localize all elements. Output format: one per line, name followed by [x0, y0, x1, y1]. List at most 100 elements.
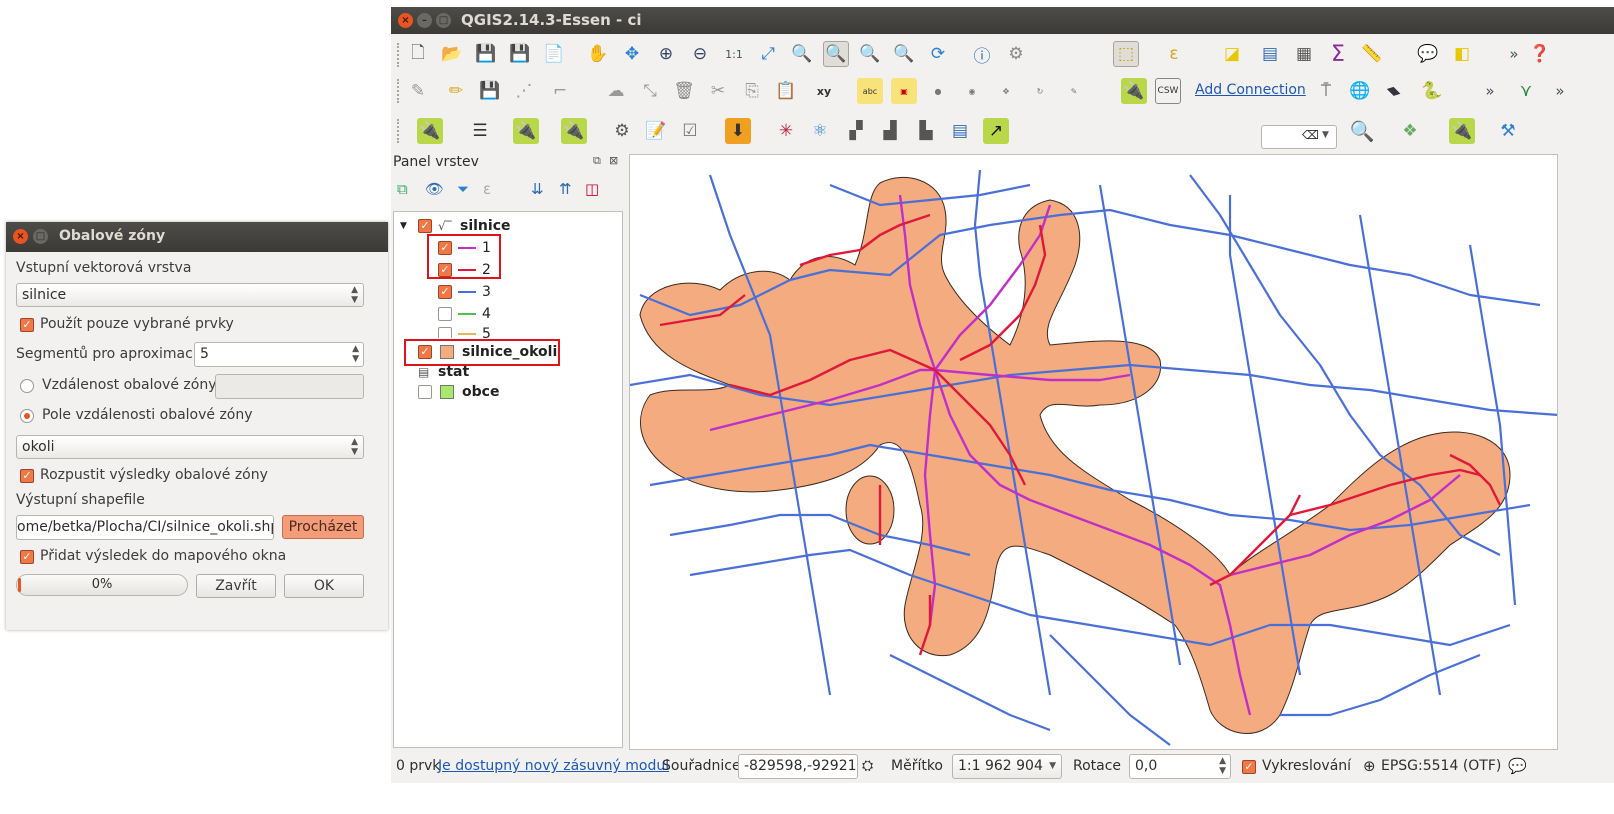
use-selected-checkbox[interactable]: ✓	[20, 318, 34, 332]
spin-arrows-icon[interactable]: ▲ ▼	[352, 344, 359, 364]
move-feature-icon[interactable]: ☁	[603, 78, 629, 104]
zoom-in-icon[interactable]: ⊕	[653, 41, 679, 67]
browse-button[interactable]: Procházet	[282, 515, 364, 539]
ok-button[interactable]: OK	[284, 574, 364, 598]
add-to-map-checkbox[interactable]: ✓	[20, 550, 34, 564]
digitize-icon[interactable]: ⋎	[1513, 78, 1539, 104]
label-tool-icon[interactable]: abc	[857, 78, 883, 104]
map-svg[interactable]	[630, 155, 1558, 750]
dialog-maximize-icon[interactable]: □	[33, 229, 48, 244]
change-label-icon[interactable]: ✎	[1061, 78, 1087, 104]
zoom-layer-icon[interactable]: 🔍	[823, 41, 849, 67]
scale-combo[interactable]: 1:1 962 904 ▼	[952, 754, 1062, 779]
zoom-last-icon[interactable]: 🔍	[857, 41, 883, 67]
report-icon[interactable]: 📝	[643, 118, 669, 144]
filter-expression-icon[interactable]: ε	[483, 180, 491, 198]
raster-tool-icon[interactable]: ▙	[913, 118, 939, 144]
csw-icon[interactable]: CSW	[1155, 78, 1181, 104]
plugin-icon[interactable]: 🔌	[561, 118, 587, 144]
qgis-titlebar[interactable]: × – □ QGIS2.14.3-Essen - ci	[391, 7, 1614, 34]
window-close-icon[interactable]: ×	[398, 13, 413, 28]
search-icon[interactable]: 🔍	[1349, 118, 1375, 144]
pan-to-selection-icon[interactable]: ✥	[619, 41, 645, 67]
cut-features-icon[interactable]: ✂	[705, 78, 731, 104]
dialog-titlebar[interactable]: × □ Obalové zóny	[6, 222, 388, 252]
delete-selected-icon[interactable]: 🗑	[671, 78, 697, 104]
zoom-full-icon[interactable]: ⤢	[755, 41, 781, 67]
legend-class-checkbox[interactable]: ✓	[438, 285, 452, 299]
python-console-icon[interactable]: 🐍	[1419, 78, 1445, 104]
legend-class-checkbox[interactable]	[438, 327, 452, 338]
action-icon[interactable]: ⚙	[1003, 41, 1029, 67]
new-bookmark-icon[interactable]: ◧	[1449, 41, 1475, 67]
zoom-out-icon[interactable]: ⊖	[687, 41, 713, 67]
checklist-icon[interactable]: ☑	[677, 118, 703, 144]
copy-features-icon[interactable]: ⎘	[739, 78, 765, 104]
layer-obce[interactable]: obce	[400, 382, 500, 402]
plugin-icon[interactable]: 🔌	[513, 118, 539, 144]
zoom-native-icon[interactable]: 1:1	[721, 41, 747, 67]
buffer-distance-radio[interactable]	[20, 379, 34, 393]
toolbar-grip[interactable]	[397, 119, 403, 143]
xy-tool-icon[interactable]: xy	[811, 78, 837, 104]
download-icon[interactable]: ⬇	[725, 118, 751, 144]
collapse-all-icon[interactable]: ⇈	[559, 180, 572, 198]
refresh-icon[interactable]: ⟳	[925, 41, 951, 67]
chevron-down-icon[interactable]: ▼	[1322, 130, 1329, 140]
coordinate-field[interactable]: -829598,-929212	[738, 754, 858, 779]
buffer-field-radio[interactable]	[20, 409, 34, 423]
globe-icon[interactable]: 🌐	[1347, 78, 1373, 104]
card-icon[interactable]: ▰	[1376, 73, 1413, 110]
add-feature-icon[interactable]: ⋰	[511, 78, 537, 104]
segments-spinbox[interactable]: 5 ▲ ▼	[194, 342, 364, 367]
output-path-input[interactable]: ome/betka/Plocha/CI/silnice_okoli.shp	[16, 515, 274, 540]
dialog-close-icon[interactable]: ×	[13, 229, 28, 244]
show-hide-label-icon[interactable]: ◉	[959, 78, 985, 104]
legend-class-checkbox[interactable]	[438, 307, 452, 321]
add-group-icon[interactable]: ⧉	[397, 180, 408, 198]
pin-label-icon[interactable]: ●	[925, 78, 951, 104]
window-minimize-icon[interactable]: –	[417, 13, 432, 28]
panel-close-icon[interactable]: ⊠	[609, 154, 618, 167]
print-composer-icon[interactable]: 📄	[541, 41, 567, 67]
dissolve-checkbox[interactable]: ✓	[20, 469, 34, 483]
legend-class-5[interactable]: 5	[434, 324, 504, 338]
rotate-label-icon[interactable]: ↻	[1027, 78, 1053, 104]
map-canvas[interactable]	[629, 154, 1558, 750]
input-layer-combo[interactable]: silnice ▲ ▼	[16, 283, 364, 307]
toolbar-grip[interactable]	[397, 43, 403, 67]
toolbar-overflow-icon[interactable]: »	[1501, 41, 1527, 67]
plugin-icon[interactable]: 🔌	[1121, 78, 1147, 104]
plugin-update-link[interactable]: Je dostupný nový zásuvný modul	[438, 756, 669, 776]
render-checkbox[interactable]: ✓	[1242, 760, 1256, 774]
grass-icon[interactable]: ⍑	[1313, 78, 1339, 104]
map-layer-icon[interactable]: ❖	[1397, 118, 1423, 144]
field-calculator-icon[interactable]: ▦	[1291, 41, 1317, 67]
measure-icon[interactable]: 📏	[1359, 41, 1385, 67]
window-maximize-icon[interactable]: □	[436, 13, 451, 28]
buffer-field-combo[interactable]: okoli ▲ ▼	[16, 435, 364, 459]
plugin-icon[interactable]: 🔌	[1449, 118, 1475, 144]
open-project-icon[interactable]: 📂	[439, 41, 465, 67]
processing-icon[interactable]: ⚙	[609, 118, 635, 144]
raster-tool-icon[interactable]: ▞	[843, 118, 869, 144]
deselect-icon[interactable]: ◪	[1219, 41, 1245, 67]
attribute-table-icon[interactable]: ▤	[1257, 41, 1283, 67]
filter-icon[interactable]: ⏷	[457, 180, 469, 198]
remove-layer-icon[interactable]: ◫	[585, 180, 599, 198]
messages-icon[interactable]: 💬	[1508, 756, 1527, 776]
clear-icon[interactable]: ⌫	[1302, 128, 1319, 142]
help-icon[interactable]: ❓	[1527, 41, 1553, 67]
spin-arrows-icon[interactable]: ▲ ▼	[1219, 756, 1226, 776]
crs-globe-icon[interactable]: ⊕	[1363, 756, 1376, 776]
statistics-sum-icon[interactable]: Σ	[1325, 41, 1351, 67]
panel-float-icon[interactable]: ⧉	[593, 154, 601, 168]
paste-features-icon[interactable]: 📋	[773, 78, 799, 104]
pan-icon[interactable]: ✋	[585, 41, 611, 67]
legend-class-4[interactable]: 4	[434, 304, 504, 324]
toggle-coordinates-icon[interactable]: ⛭	[862, 756, 873, 776]
save-as-icon[interactable]: 💾	[507, 41, 533, 67]
text-align-icon[interactable]: ☰	[467, 118, 493, 144]
toolbar-overflow-icon[interactable]: »	[1477, 78, 1503, 104]
vector-tool-icon[interactable]: ✳	[773, 118, 799, 144]
